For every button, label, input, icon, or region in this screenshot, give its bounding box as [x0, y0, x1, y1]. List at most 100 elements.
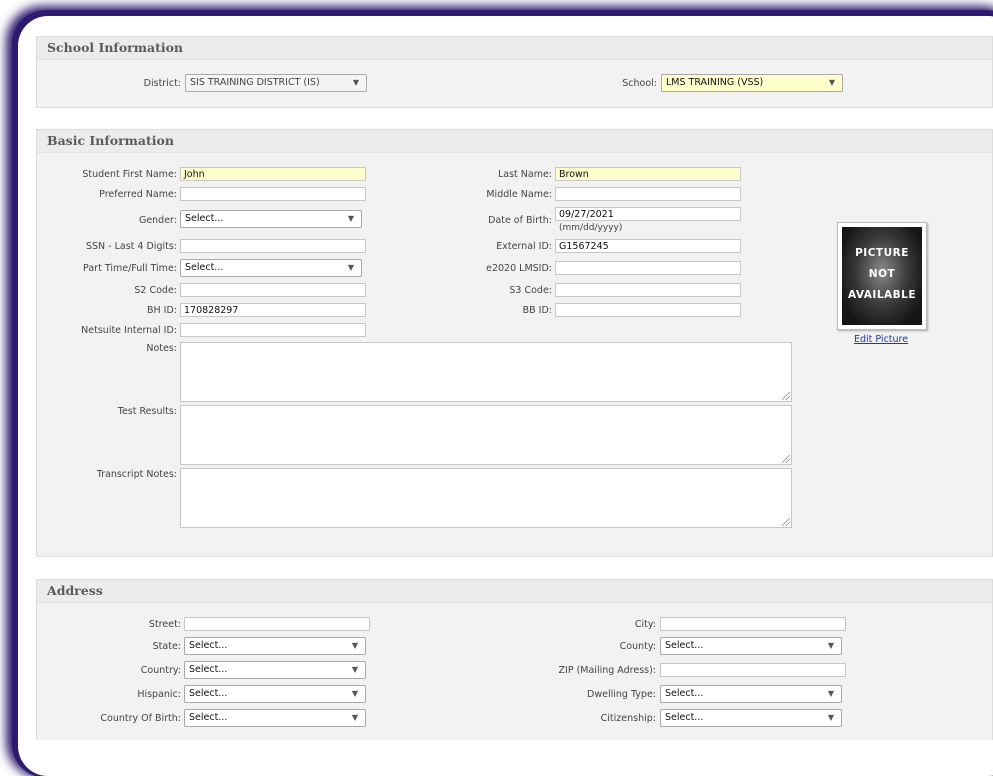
- bh-id-label: BH ID:: [147, 305, 177, 316]
- zip-input[interactable]: [660, 663, 846, 677]
- dwelling-type-label: Dwelling Type:: [587, 689, 656, 700]
- chevron-down-icon: ▼: [351, 665, 358, 674]
- parttime-select-value: Select...: [185, 262, 224, 273]
- student-picture: PICTURE NOT AVAILABLE: [837, 222, 927, 330]
- chevron-down-icon: ▼: [352, 78, 359, 87]
- e2020-label: e2020 LMSID:: [486, 263, 552, 274]
- ssn-input[interactable]: [180, 239, 366, 253]
- country-select-value: Select...: [189, 664, 228, 675]
- external-id-label: External ID:: [496, 241, 552, 252]
- chevron-down-icon: ▼: [347, 263, 354, 272]
- edit-picture-link[interactable]: Edit Picture: [854, 334, 908, 345]
- external-id-input[interactable]: G1567245: [555, 239, 741, 253]
- hispanic-select-value: Select...: [189, 688, 228, 699]
- school-select-value: LMS TRAINING (VSS): [666, 77, 764, 88]
- parttime-select[interactable]: Select... ▼: [180, 259, 362, 277]
- country-of-birth-select-value: Select...: [189, 712, 228, 723]
- basic-information-panel: Basic Information Student First Name: Jo…: [36, 129, 993, 557]
- dob-format-hint: (mm/dd/yyyy): [559, 223, 623, 233]
- district-select-value: SIS TRAINING DISTRICT (IS): [190, 77, 320, 88]
- basic-information-header: Basic Information: [37, 130, 992, 153]
- chevron-down-icon: ▼: [827, 689, 834, 698]
- e2020-input[interactable]: [555, 261, 741, 275]
- hispanic-label: Hispanic:: [137, 689, 181, 700]
- country-select[interactable]: Select... ▼: [184, 661, 366, 679]
- chevron-down-icon: ▼: [347, 214, 354, 223]
- transcript-notes-label: Transcript Notes:: [96, 469, 177, 480]
- chevron-down-icon: ▼: [827, 641, 834, 650]
- gender-select[interactable]: Select... ▼: [180, 210, 362, 228]
- county-select[interactable]: Select... ▼: [660, 637, 842, 655]
- chevron-down-icon: ▼: [351, 713, 358, 722]
- city-input[interactable]: [660, 617, 846, 631]
- street-label: Street:: [148, 619, 181, 630]
- bb-id-input[interactable]: [555, 303, 741, 317]
- first-name-input[interactable]: John: [180, 167, 366, 181]
- address-title: Address: [47, 583, 103, 598]
- chevron-down-icon: ▼: [828, 78, 835, 87]
- dwelling-type-select[interactable]: Select... ▼: [660, 685, 842, 703]
- test-results-textarea[interactable]: [180, 405, 792, 465]
- city-label: City:: [634, 619, 656, 630]
- state-select[interactable]: Select... ▼: [184, 637, 366, 655]
- parttime-label: Part Time/Full Time:: [83, 263, 177, 274]
- country-of-birth-select[interactable]: Select... ▼: [184, 709, 366, 727]
- address-panel: Address Street: City: State: Select... ▼…: [36, 579, 993, 740]
- dwelling-type-select-value: Select...: [665, 688, 704, 699]
- middle-name-input[interactable]: [555, 187, 741, 201]
- district-select[interactable]: SIS TRAINING DISTRICT (IS) ▼: [185, 74, 367, 92]
- chevron-down-icon: ▼: [351, 641, 358, 650]
- netsuite-id-input[interactable]: [180, 323, 366, 337]
- county-label: County:: [619, 641, 656, 652]
- dob-input[interactable]: 09/27/2021: [555, 207, 741, 221]
- s2-code-label: S2 Code:: [134, 285, 177, 296]
- last-name-input[interactable]: Brown: [555, 167, 741, 181]
- test-results-label: Test Results:: [117, 406, 177, 417]
- country-of-birth-label: Country Of Birth:: [100, 713, 181, 724]
- middle-name-label: Middle Name:: [486, 189, 552, 200]
- preferred-name-input[interactable]: [180, 187, 366, 201]
- resize-grip-icon[interactable]: [782, 518, 790, 526]
- street-input[interactable]: [184, 617, 370, 631]
- citizenship-select[interactable]: Select... ▼: [660, 709, 842, 727]
- s2-code-input[interactable]: [180, 283, 366, 297]
- preferred-name-label: Preferred Name:: [99, 189, 177, 200]
- picture-text-line1: PICTURE: [855, 247, 909, 259]
- school-select[interactable]: LMS TRAINING (VSS) ▼: [661, 74, 843, 92]
- county-select-value: Select...: [665, 640, 704, 651]
- chevron-down-icon: ▼: [351, 689, 358, 698]
- school-label: School:: [622, 78, 657, 89]
- gender-label: Gender:: [138, 215, 177, 226]
- hispanic-select[interactable]: Select... ▼: [184, 685, 366, 703]
- notes-label: Notes:: [146, 343, 177, 354]
- resize-grip-icon[interactable]: [782, 392, 790, 400]
- resize-grip-icon[interactable]: [782, 455, 790, 463]
- district-label: District:: [143, 78, 181, 89]
- netsuite-id-label: Netsuite Internal ID:: [81, 325, 177, 336]
- citizenship-label: Citizenship:: [600, 713, 656, 724]
- chevron-down-icon: ▼: [827, 713, 834, 722]
- basic-information-title: Basic Information: [47, 133, 174, 148]
- zip-label: ZIP (Mailing Adress):: [558, 665, 656, 676]
- last-name-label: Last Name:: [497, 169, 552, 180]
- country-label: Country:: [140, 665, 181, 676]
- school-information-panel: School Information District: SIS TRAININ…: [36, 36, 993, 108]
- picture-text-line3: AVAILABLE: [847, 289, 917, 301]
- bh-id-input[interactable]: 170828297: [180, 303, 366, 317]
- state-label: State:: [152, 641, 181, 652]
- gender-select-value: Select...: [185, 213, 224, 224]
- dob-label: Date of Birth:: [488, 215, 552, 226]
- state-select-value: Select...: [189, 640, 228, 651]
- bb-id-label: BB ID:: [522, 305, 552, 316]
- s3-code-label: S3 Code:: [509, 285, 552, 296]
- picture-text-line2: NOT: [868, 268, 896, 280]
- picture-placeholder: PICTURE NOT AVAILABLE: [842, 227, 922, 325]
- address-header: Address: [37, 580, 992, 603]
- school-information-title: School Information: [47, 40, 184, 55]
- transcript-notes-textarea[interactable]: [180, 468, 792, 528]
- notes-textarea[interactable]: [180, 342, 792, 402]
- s3-code-input[interactable]: [555, 283, 741, 297]
- school-information-header: School Information: [37, 37, 992, 60]
- ssn-label: SSN - Last 4 Digits:: [85, 241, 177, 252]
- first-name-label: Student First Name:: [82, 169, 177, 180]
